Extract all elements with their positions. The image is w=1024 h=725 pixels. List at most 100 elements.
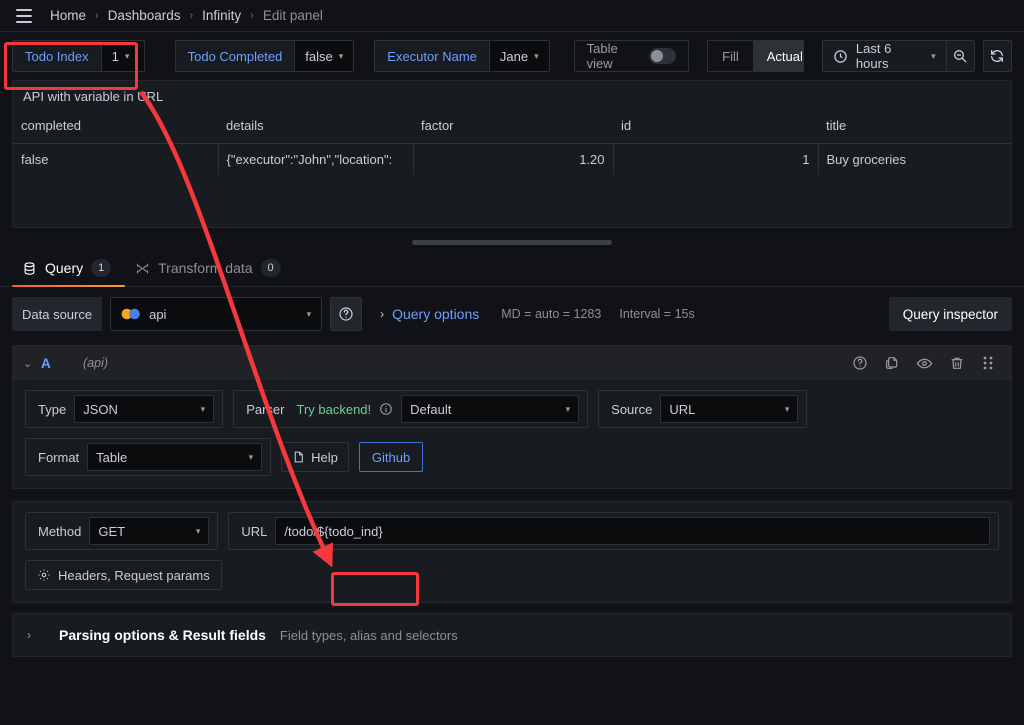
tab-query[interactable]: Query 1 <box>12 259 126 287</box>
query-ref-id[interactable]: A <box>41 356 83 371</box>
info-circle-icon[interactable] <box>379 402 393 416</box>
github-button[interactable]: Github <box>358 442 424 472</box>
query-datasource-name: (api) <box>83 356 109 370</box>
zoom-out-icon[interactable] <box>945 40 975 72</box>
delete-query-icon[interactable] <box>949 355 965 371</box>
breadcrumb-item-edit-panel: Edit panel <box>262 8 323 23</box>
time-range-controls: Last 6 hours ▾ <box>821 40 1012 72</box>
transform-icon <box>135 261 150 276</box>
data-source-help-button[interactable] <box>330 297 363 331</box>
variable-picker-executor-name[interactable]: Jane ▾ <box>488 40 550 72</box>
type-select[interactable]: JSON ▾ <box>74 395 215 423</box>
cell-id: 1 <box>613 143 819 175</box>
variable-todo-index: Todo Index 1 ▾ <box>12 40 145 72</box>
query-options-toggle[interactable]: › Query options <box>380 306 479 322</box>
query-inspector-button[interactable]: Query inspector <box>888 297 1012 331</box>
method-select[interactable]: GET ▾ <box>89 517 210 545</box>
format-select[interactable]: Table ▾ <box>87 443 263 471</box>
table-view-label: Table view <box>586 41 618 71</box>
refresh-icon[interactable] <box>982 40 1012 72</box>
chevron-down-icon: ▾ <box>338 50 344 61</box>
type-field-group: Type JSON ▾ <box>25 390 224 428</box>
drag-query-icon[interactable] <box>981 355 995 371</box>
url-input[interactable]: /todo/${todo_ind} <box>275 517 990 545</box>
breadcrumb: Home › Dashboards › Infinity › Edit pane… <box>48 8 325 23</box>
format-label: Format <box>38 449 80 465</box>
panel-preview-wrapper: API with variable in URL completed detai… <box>0 80 1024 228</box>
chevron-down-icon: ▾ <box>306 308 312 319</box>
parsing-options-section[interactable]: › Parsing options & Result fields Field … <box>12 613 1012 657</box>
time-range-picker[interactable]: Last 6 hours ▾ <box>821 40 946 72</box>
data-source-picker[interactable]: api ▾ <box>110 297 323 331</box>
table-header-id[interactable]: id <box>613 114 818 144</box>
panel-resize-handle-row <box>0 228 1024 251</box>
tab-transform-data[interactable]: Transform data 0 <box>125 259 294 286</box>
help-button[interactable]: Help <box>281 442 349 472</box>
breadcrumb-item-home[interactable]: Home <box>48 8 88 23</box>
chevron-right-icon: › <box>380 307 385 321</box>
tab-transform-label: Transform data <box>158 260 253 276</box>
variable-picker-todo-completed[interactable]: false ▾ <box>294 40 355 72</box>
table-view-toggle[interactable]: Table view <box>573 40 690 72</box>
url-value-prefix: /todo/ <box>284 523 317 539</box>
collapse-query-chevron-icon[interactable]: ⌄ <box>23 357 41 370</box>
breadcrumb-separator: › <box>250 9 254 22</box>
cell-details: {"executor":"John","location": <box>218 143 414 175</box>
parser-label: Parser <box>246 401 285 417</box>
breadcrumb-separator: › <box>95 9 99 22</box>
table-row: false {"executor":"John","location": 1.2… <box>13 143 1011 175</box>
query-editor-area: Data source api ▾ › Query options MD = a… <box>0 287 1024 657</box>
duplicate-query-icon[interactable] <box>884 355 900 371</box>
time-range-value: Last 6 hours <box>855 41 892 71</box>
url-field-group: URL /todo/${todo_ind} <box>228 512 999 550</box>
data-source-value: api <box>149 306 167 322</box>
table-view-switch[interactable] <box>648 48 677 64</box>
type-parser-source-row: Type JSON ▾ Parser Try backend! Default … <box>25 390 999 428</box>
source-select[interactable]: URL ▾ <box>660 395 799 423</box>
tab-transform-badge: 0 <box>260 259 281 277</box>
parsing-options-title: Parsing options & Result fields <box>59 627 266 643</box>
help-button-label: Help <box>311 449 338 465</box>
parsing-options-subtitle: Field types, alias and selectors <box>279 627 458 643</box>
variable-value-todo-index: 1 <box>111 48 119 64</box>
table-header-details[interactable]: details <box>218 114 413 144</box>
variable-label-executor-name: Executor Name <box>374 40 489 72</box>
tab-query-label: Query <box>45 260 84 276</box>
chevron-down-icon: ▾ <box>931 50 936 61</box>
cell-completed: false <box>13 143 219 175</box>
variable-picker-todo-index[interactable]: 1 ▾ <box>100 40 145 72</box>
method-label: Method <box>38 523 82 539</box>
headers-request-params-button[interactable]: Headers, Request params <box>25 560 222 590</box>
chevron-down-icon: ▾ <box>534 50 539 61</box>
table-header-factor[interactable]: factor <box>413 114 613 144</box>
breadcrumb-item-infinity[interactable]: Infinity <box>200 8 243 23</box>
variable-value-executor-name: Jane <box>499 48 529 64</box>
method-field-group: Method GET ▾ <box>25 512 219 550</box>
variable-label-todo-index: Todo Index <box>12 40 101 72</box>
chevron-down-icon: ▾ <box>784 403 790 414</box>
breadcrumb-item-dashboards[interactable]: Dashboards <box>106 8 183 23</box>
variable-label-todo-completed: Todo Completed <box>174 40 295 72</box>
chevron-down-icon: ▾ <box>200 403 206 414</box>
toggle-visibility-icon[interactable] <box>916 355 933 372</box>
chevron-down-icon: ▾ <box>565 403 571 414</box>
table-header-completed[interactable]: completed <box>13 114 218 144</box>
query-options-label: Query options <box>392 306 480 322</box>
source-field-group: Source URL ▾ <box>598 390 808 428</box>
fill-option[interactable]: Fill <box>708 41 753 71</box>
panel-resize-handle[interactable] <box>412 240 612 245</box>
actual-option[interactable]: Actual <box>752 41 803 71</box>
hamburger-menu-icon[interactable] <box>10 2 38 30</box>
type-value: JSON <box>83 401 118 417</box>
panel-preview: API with variable in URL completed detai… <box>12 80 1012 228</box>
query-row-a-header: ⌄ A (api) <box>13 346 1011 380</box>
url-value-variable: ${todo_ind} <box>316 523 383 539</box>
panel-table: completed details factor id title false … <box>13 114 1011 175</box>
parser-try-backend-hint[interactable]: Try backend! <box>292 402 371 417</box>
data-source-label: Data source <box>12 297 103 331</box>
table-header-title[interactable]: title <box>818 114 1011 144</box>
chevron-down-icon: ▾ <box>248 451 254 462</box>
parser-select[interactable]: Default ▾ <box>401 395 580 423</box>
dashboard-submenu-toolbar: Todo Index 1 ▾ Todo Completed false ▾ Ex… <box>0 32 1024 80</box>
query-help-icon[interactable] <box>852 355 868 371</box>
